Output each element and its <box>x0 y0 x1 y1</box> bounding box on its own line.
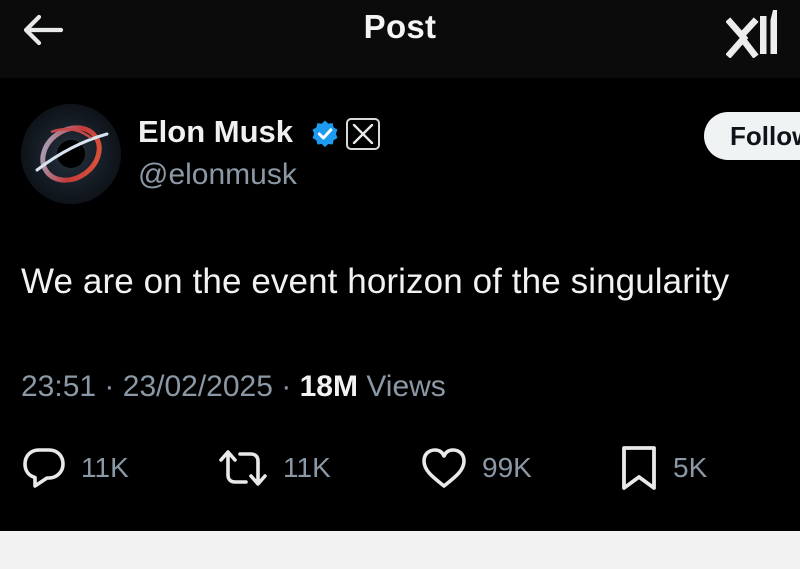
bookmark-count: 5K <box>673 452 708 483</box>
xai-logo-icon[interactable] <box>725 6 782 59</box>
reply-icon <box>23 448 65 488</box>
repost-icon <box>219 450 267 486</box>
meta-separator: · <box>281 370 292 403</box>
views-count: 18M <box>299 370 358 403</box>
like-button[interactable]: 99K <box>420 440 532 496</box>
black-hole-avatar <box>21 104 121 204</box>
bookmark-icon <box>622 446 656 490</box>
post-date[interactable]: 23/02/2025 <box>123 370 273 403</box>
x-logo-icon[interactable] <box>346 118 380 150</box>
reply-count: 11K <box>81 452 129 483</box>
repost-button[interactable]: 11K <box>217 440 331 496</box>
repost-count: 11K <box>283 452 331 483</box>
meta-separator: · <box>104 370 115 403</box>
post-time[interactable]: 23:51 <box>21 370 96 403</box>
follow-button[interactable]: Follow <box>704 112 800 160</box>
post-text: We are on the event horizon of the singu… <box>21 262 730 301</box>
verified-badge-icon[interactable] <box>310 119 340 149</box>
action-bar: 11K 11K 99K 5K <box>0 440 800 496</box>
views-label: Views <box>366 370 446 403</box>
top-bar: Post <box>0 0 800 78</box>
avatar[interactable] <box>21 104 121 204</box>
post-screen: Post Elon Musk @elonmusk Follo We are on… <box>0 0 800 531</box>
like-count: 99K <box>482 452 532 483</box>
user-handle[interactable]: @elonmusk <box>138 158 297 192</box>
bookmark-button[interactable]: 5K <box>619 440 707 496</box>
display-name[interactable]: Elon Musk <box>138 114 293 150</box>
page-title: Post <box>363 8 437 45</box>
post-meta: 23:51 · 23/02/2025 · 18M Views <box>21 370 446 404</box>
heart-icon <box>422 448 466 488</box>
reply-button[interactable]: 11K <box>21 440 129 496</box>
